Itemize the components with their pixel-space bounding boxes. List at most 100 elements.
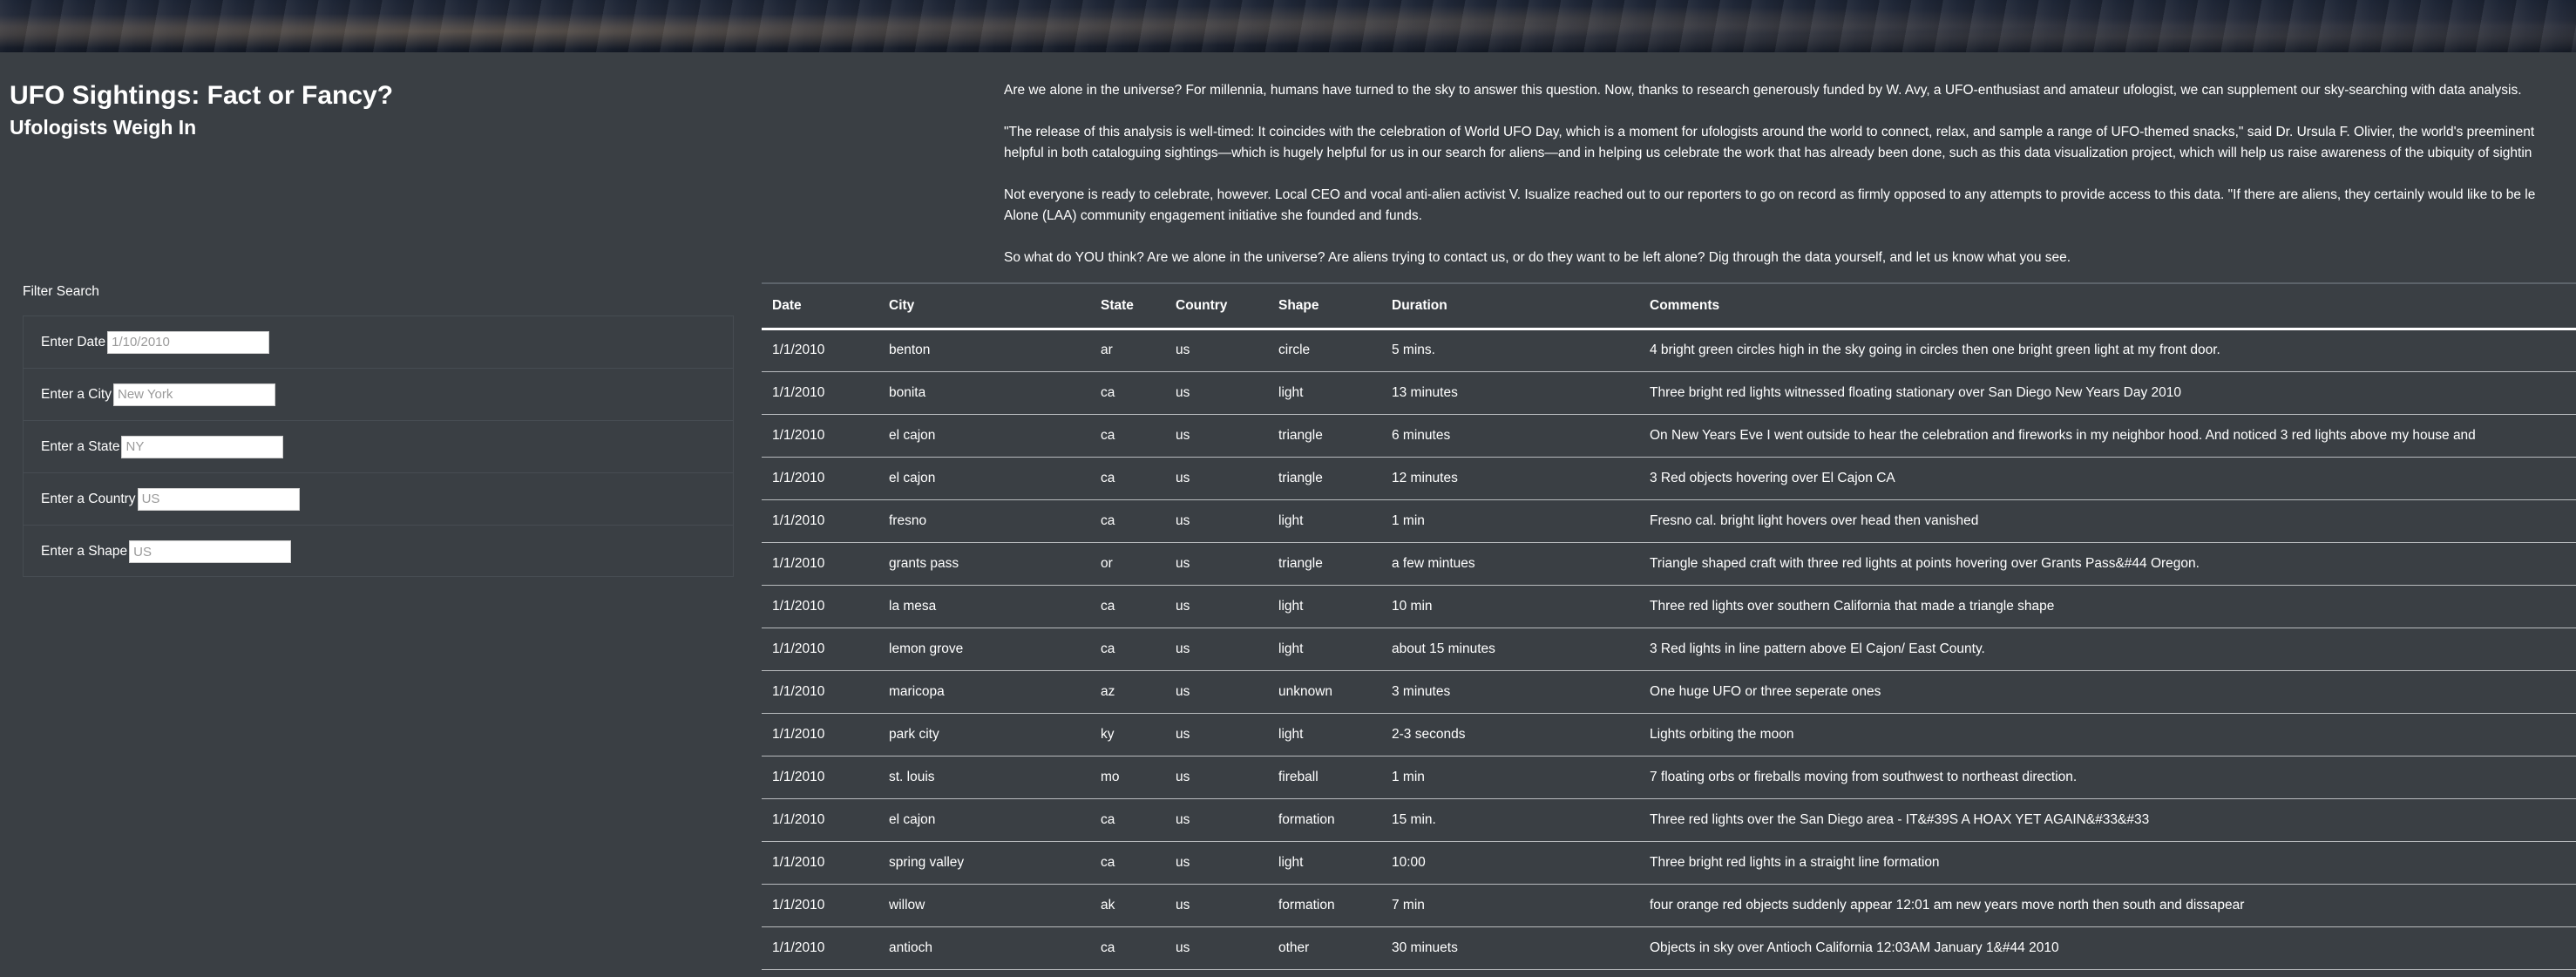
table-cell-comments: four orange red objects suddenly appear … [1650, 897, 2245, 913]
table-cell-city: spring valley [889, 854, 965, 870]
table-cell-duration: 15 min. [1392, 811, 1436, 827]
filter-row-date: Enter Date [24, 316, 733, 369]
table-cell-duration: 10:00 [1392, 854, 1426, 870]
table-cell-duration: 6 minutes [1392, 427, 1451, 443]
column-header-comments: Comments [1650, 297, 1720, 313]
table-cell-comments: Three red lights over southern Californi… [1650, 598, 2055, 614]
table-cell-shape: light [1278, 641, 1304, 656]
table-cell-city: park city [889, 726, 939, 742]
date-label: Enter Date [41, 334, 106, 349]
table-cell-city: el cajon [889, 470, 936, 485]
table-cell-shape: circle [1278, 343, 1311, 357]
table-cell-comments: Objects in sky over Antioch California 1… [1650, 940, 2059, 955]
table-cell-country: us [1176, 384, 1190, 400]
table-cell-date: 1/1/2010 [772, 427, 825, 443]
table-cell-comments: Fresno cal. bright light hovers over hea… [1650, 512, 1979, 528]
table-cell-city: lemon grove [889, 641, 964, 656]
table-cell-date: 1/1/2010 [772, 470, 825, 485]
table-cell-duration: 7 min [1392, 897, 1425, 913]
table-header-row: Date City State Country Shape Duration Comment… [762, 283, 2576, 329]
country-input[interactable] [137, 487, 300, 511]
shape-input[interactable] [129, 540, 292, 563]
table-cell-shape: triangle [1278, 427, 1323, 443]
date-input[interactable] [107, 330, 270, 354]
column-header-duration: Duration [1392, 297, 1447, 313]
filter-row-city: Enter a City [24, 369, 733, 421]
page-title: UFO Sightings: Fact or Fancy? [10, 81, 394, 110]
table-cell-state: ak [1101, 897, 1115, 913]
table-cell-comments: One huge UFO or three seperate ones [1650, 683, 1881, 699]
table-cell-duration: 30 minuets [1392, 940, 1458, 955]
table-cell-shape: unknown [1278, 683, 1333, 699]
table-cell-date: 1/1/2010 [772, 343, 825, 357]
hero-banner-image [0, 0, 2576, 52]
filter-row-state: Enter a State [24, 421, 733, 473]
table-cell-date: 1/1/2010 [772, 512, 825, 528]
table-cell-state: ca [1101, 384, 1115, 400]
column-header-city: City [889, 297, 915, 313]
table-cell-state: ky [1101, 726, 1115, 742]
intro-paragraph-3: Not everyone is ready to celebrate, howe… [1004, 185, 2576, 227]
table-cell-date: 1/1/2010 [772, 641, 825, 656]
table-cell-city: grants pass [889, 555, 959, 571]
table-row: 1/1/2010 maricopa az us unknown 3 minutes One … [762, 670, 2576, 713]
table-cell-date: 1/1/2010 [772, 384, 825, 400]
state-input[interactable] [121, 435, 284, 458]
table-cell-state: ar [1101, 343, 1113, 357]
column-header-state: State [1101, 297, 1134, 313]
table-cell-comments: Lights orbiting the moon [1650, 726, 1794, 742]
table-cell-country: us [1176, 598, 1190, 614]
table-cell-state: az [1101, 683, 1115, 699]
table-cell-city: fresno [889, 512, 927, 528]
table-cell-comments: On New Years Eve I went outside to hear … [1650, 427, 2476, 443]
table-cell-city: antioch [889, 940, 932, 955]
table-cell-country: us [1176, 811, 1190, 827]
table-cell-city: benton [889, 343, 931, 357]
table-cell-duration: 1 min [1392, 512, 1425, 528]
city-input[interactable] [112, 383, 275, 406]
table-cell-city: el cajon [889, 811, 936, 827]
table-cell-state: ca [1101, 641, 1115, 656]
table-cell-date: 1/1/2010 [772, 940, 825, 955]
table-row: 1/1/2010 el cajon ca us formation 15 min. Thre… [762, 798, 2576, 841]
table-cell-shape: triangle [1278, 470, 1323, 485]
table-cell-country: us [1176, 555, 1190, 571]
intro-text: Are we alone in the universe? For millen… [1004, 80, 2576, 268]
table-cell-state: ca [1101, 512, 1115, 528]
table-cell-date: 1/1/2010 [772, 555, 825, 571]
table-cell-date: 1/1/2010 [772, 897, 825, 913]
table-cell-date: 1/1/2010 [772, 683, 825, 699]
table-cell-country: us [1176, 769, 1190, 784]
table-cell-state: ca [1101, 470, 1115, 485]
table-row: 1/1/2010 el cajon ca us triangle 12 minutes 3 … [762, 457, 2576, 499]
table-cell-comments: 3 Red lights in line pattern above El Ca… [1650, 641, 1985, 656]
table-row: 1/1/2010 fresno ca us light 1 min Fresno cal. … [762, 499, 2576, 542]
intro-paragraph-2: "The release of this analysis is well-ti… [1004, 122, 2576, 164]
table-cell-city: maricopa [889, 683, 945, 699]
table-cell-comments: 4 bright green circles high in the sky g… [1650, 343, 2220, 357]
table-cell-duration: a few mintues [1392, 555, 1475, 571]
ufo-table: Date City State Country Shape Duration Comment… [762, 282, 2576, 970]
table-body: 1/1/2010 benton ar us circle 5 mins. 4 bright … [762, 329, 2576, 969]
table-cell-shape: light [1278, 598, 1304, 614]
table-cell-shape: other [1278, 940, 1310, 955]
table-cell-date: 1/1/2010 [772, 854, 825, 870]
table-row: 1/1/2010 st. louis mo us fireball 1 min 7 floa… [762, 756, 2576, 798]
table-cell-shape: fireball [1278, 769, 1319, 784]
table-cell-comments: 7 floating orbs or fireballs moving from… [1650, 769, 2078, 784]
table-cell-duration: 1 min [1392, 769, 1425, 784]
table-cell-comments: 3 Red objects hovering over El Cajon CA [1650, 470, 1895, 485]
table-cell-state: ca [1101, 854, 1115, 870]
table-cell-date: 1/1/2010 [772, 769, 825, 784]
filter-search-title: Filter Search [23, 284, 99, 299]
column-header-country: Country [1176, 297, 1228, 313]
filter-row-country: Enter a Country [24, 473, 733, 526]
table-cell-shape: triangle [1278, 555, 1323, 571]
table-cell-duration: 5 mins. [1392, 343, 1435, 357]
table-cell-country: us [1176, 427, 1190, 443]
table-cell-state: ca [1101, 598, 1115, 614]
table-row: 1/1/2010 el cajon ca us triangle 6 minutes On … [762, 414, 2576, 457]
intro-paragraph-3-line-2: Alone (LAA) community engagement initiat… [1004, 208, 1422, 223]
table-cell-date: 1/1/2010 [772, 811, 825, 827]
table-cell-city: st. louis [889, 769, 935, 784]
